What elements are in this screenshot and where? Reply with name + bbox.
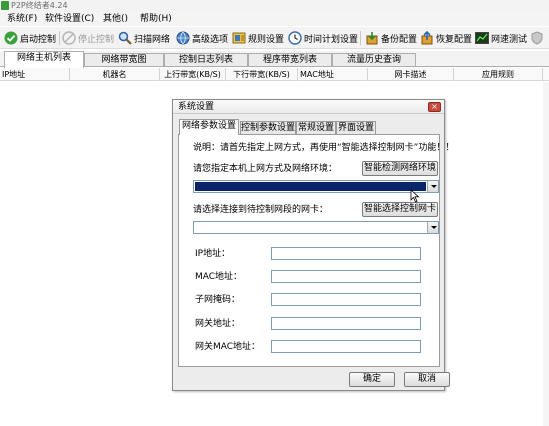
column-ip[interactable]: IP地址 — [0, 68, 70, 81]
ip-field[interactable] — [271, 247, 421, 260]
menu-software-settings[interactable]: 软件设置(C) — [45, 13, 94, 25]
globe-icon — [176, 31, 190, 45]
dialog-titlebar[interactable]: 系统设置 × — [173, 100, 444, 114]
schedule-settings-label: 时间计划设置 — [304, 34, 359, 45]
toolbar-overflow-button[interactable] — [530, 30, 546, 46]
gateway-field[interactable] — [271, 317, 421, 330]
subnet-mask-field[interactable] — [271, 293, 421, 306]
gateway-mac-field[interactable] — [271, 340, 421, 353]
speed-chart-icon — [475, 32, 489, 44]
column-rules[interactable]: 应用规则 — [454, 68, 543, 81]
network-env-select[interactable] — [193, 180, 439, 193]
nic-select[interactable] — [193, 221, 439, 234]
network-env-selected-value — [195, 182, 426, 191]
subnet-mask-label: 子网掩码： — [195, 295, 241, 305]
vertical-scrollbar[interactable] — [543, 82, 549, 426]
menu-help[interactable]: 帮助(H) — [140, 13, 172, 25]
speed-test-button[interactable]: 网速测试 — [475, 30, 527, 46]
toolbar-separator — [360, 31, 361, 45]
tab-general[interactable]: 常规设置 — [296, 121, 336, 134]
scan-network-button[interactable]: 扫描网络 — [118, 30, 170, 46]
advanced-options-label: 高级选项 — [192, 34, 229, 45]
backup-icon — [366, 32, 378, 45]
ip-label: IP地址： — [195, 249, 231, 259]
rules-settings-button[interactable]: 规则设置 — [232, 30, 284, 46]
column-upload[interactable]: 上行带宽(KB/S) — [160, 68, 226, 81]
app-logo-icon — [1, 1, 9, 10]
rules-settings-label: 规则设置 — [248, 34, 285, 45]
menu-system[interactable]: 系统(F) — [7, 13, 37, 25]
detect-environment-button[interactable]: 智能检测网络环境 — [362, 161, 438, 176]
gateway-label: 网关地址： — [195, 319, 241, 329]
tab-interface[interactable]: 界面设置 — [336, 121, 376, 134]
backup-config-label: 备份配置 — [381, 34, 418, 45]
ok-button[interactable]: 确定 — [349, 372, 395, 387]
rules-icon — [232, 32, 246, 44]
magnifier-icon — [118, 31, 132, 45]
column-download[interactable]: 下行带宽(KB/S) — [226, 68, 298, 81]
start-control-label: 启动控制 — [20, 34, 57, 45]
mouse-pointer-icon — [410, 189, 420, 203]
tab-host-list[interactable]: 网络主机列表 — [4, 51, 84, 68]
start-control-button[interactable]: 启动控制 — [4, 30, 56, 46]
column-mac[interactable]: MAC地址 — [298, 68, 368, 81]
tab-program-bandwidth[interactable]: 程序带宽列表 — [248, 53, 332, 67]
column-nic-desc[interactable]: 网卡描述 — [368, 68, 454, 81]
menu-other[interactable]: 其他() — [103, 13, 128, 25]
backup-config-button[interactable]: 备份配置 — [365, 30, 417, 46]
speed-test-label: 网速测试 — [491, 34, 528, 45]
app-titlebar: P2P终结者4.24 — [0, 0, 549, 12]
nic-prompt: 请选择连接到待控制网段的网卡： — [193, 205, 329, 215]
cancel-button[interactable]: 取消 — [404, 372, 450, 387]
mac-field[interactable] — [271, 270, 421, 283]
advanced-options-button[interactable]: 高级选项 — [176, 30, 228, 46]
stop-icon — [62, 31, 76, 45]
dialog-title: 系统设置 — [178, 102, 215, 112]
instruction-note: 说明：请首先指定上网方式，再使用“智能选择控制网卡”功能！！ — [193, 143, 455, 153]
gateway-mac-label: 网关MAC地址： — [195, 342, 261, 352]
scan-network-label: 扫描网络 — [134, 34, 171, 45]
network-env-prompt: 请您指定本机上网方式及网络环境： — [193, 164, 338, 174]
system-settings-dialog: 系统设置 × 网络参数设置 控制参数设置 常规设置 界面设置 说明：请首先指定上… — [172, 99, 454, 391]
stop-control-label: 停止控制 — [78, 34, 115, 45]
close-icon[interactable]: × — [428, 102, 441, 112]
menu-bar: 系统(F) 软件设置(C) 其他() 帮助(H) — [0, 12, 549, 26]
host-table-header: IP地址 机器名 上行带宽(KB/S) 下行带宽(KB/S) MAC地址 网卡描… — [0, 68, 549, 81]
main-tab-strip: 网络主机列表 网络带宽图 控制日志列表 程序带宽列表 流量历史查询 — [0, 51, 549, 68]
toolbar-separator — [59, 31, 60, 45]
restore-config-button[interactable]: 恢复配置 — [420, 30, 472, 46]
restore-config-label: 恢复配置 — [436, 34, 473, 45]
select-nic-button[interactable]: 智能选择控制网卡 — [362, 202, 438, 217]
chevron-down-icon[interactable] — [427, 222, 438, 233]
restore-icon — [421, 31, 433, 45]
column-hostname[interactable]: 机器名 — [70, 68, 160, 81]
nic-selected-value — [195, 223, 426, 232]
tab-bandwidth-graph[interactable]: 网络带宽图 — [84, 53, 164, 67]
shield-icon — [531, 31, 543, 45]
toolbar: 启动控制 停止控制 扫描网络 高级选项 规则设置 时间计划设置 备份配置 恢复配… — [0, 27, 549, 49]
mac-label: MAC地址： — [195, 272, 243, 282]
app-title: P2P终结者4.24 — [11, 1, 68, 10]
schedule-settings-button[interactable]: 时间计划设置 — [288, 30, 358, 46]
stop-control-button[interactable]: 停止控制 — [62, 30, 114, 46]
tab-network-params[interactable]: 网络参数设置 — [179, 119, 239, 135]
tab-control-params[interactable]: 控制参数设置 — [240, 121, 296, 134]
check-icon — [4, 31, 18, 45]
chevron-down-icon[interactable] — [427, 181, 438, 192]
tab-control-log[interactable]: 控制日志列表 — [164, 53, 248, 67]
clock-icon — [288, 31, 302, 45]
tab-traffic-history[interactable]: 流量历史查询 — [332, 53, 416, 67]
network-params-panel: 说明：请首先指定上网方式，再使用“智能选择控制网卡”功能！！ 请您指定本机上网方… — [178, 134, 454, 367]
